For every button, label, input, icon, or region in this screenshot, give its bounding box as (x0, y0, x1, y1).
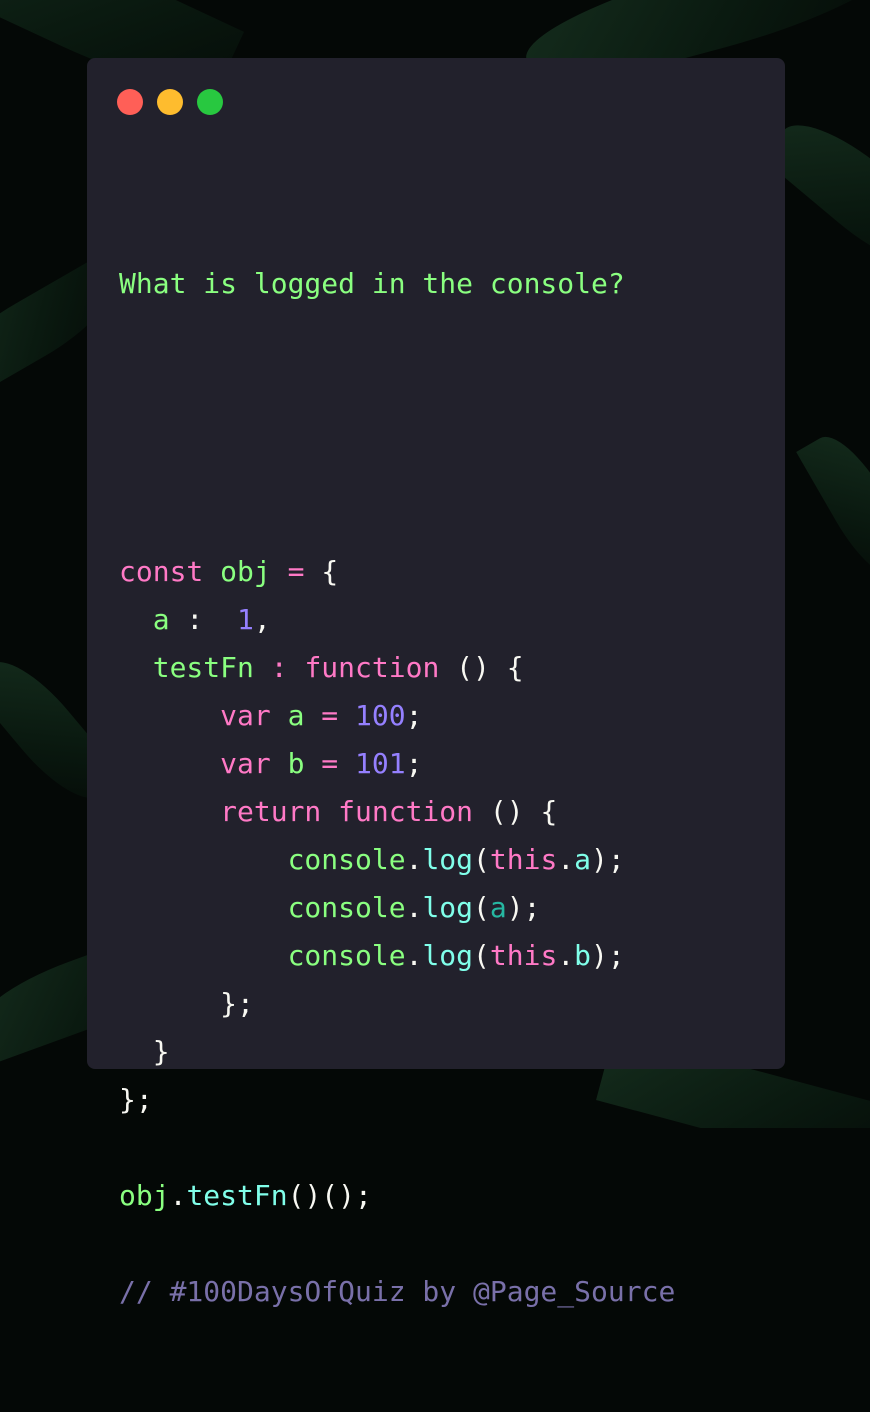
code-token: . (557, 843, 575, 876)
code-line: console.log(this.a); (119, 836, 675, 884)
code-token: . (169, 1179, 187, 1212)
code-line: obj.testFn()(); (119, 1172, 675, 1220)
code-token: }; (119, 987, 254, 1020)
code-line: var a = 100; (119, 692, 675, 740)
code-line: const obj = { (119, 548, 675, 596)
code-token: () { (473, 795, 558, 828)
leaf-shape (796, 424, 870, 591)
code-token: log (422, 843, 474, 876)
code-lines: const obj = { a : 1, testFn : function (… (119, 548, 675, 1316)
code-line: a : 1, (119, 596, 675, 644)
code-token: a (489, 891, 507, 924)
code-token: . (405, 843, 423, 876)
code-token: testFn (119, 651, 254, 684)
code-token: : (169, 603, 238, 636)
window-controls (117, 89, 223, 115)
code-token: . (405, 939, 423, 972)
code-token: ()(); (287, 1179, 372, 1212)
code-token: () { (439, 651, 524, 684)
code-line: return function () { (119, 788, 675, 836)
code-token: }; (119, 1083, 153, 1116)
code-token: obj (119, 1179, 170, 1212)
code-token: ( (473, 843, 490, 876)
code-token: = (270, 555, 322, 588)
code-token: console (119, 939, 406, 972)
code-line: var b = 101; (119, 740, 675, 788)
code-token: a (574, 843, 592, 876)
code-token: ); (506, 891, 541, 924)
code-line: }; (119, 1076, 675, 1124)
code-token: = (304, 747, 356, 780)
code-token: this (489, 939, 558, 972)
code-line: // #100DaysOfQuiz by @Page_Source (119, 1268, 675, 1316)
code-token: 101 (355, 747, 406, 780)
code-line: } (119, 1028, 675, 1076)
code-token: ( (473, 891, 490, 924)
code-token: this (489, 843, 558, 876)
code-token: function (304, 651, 440, 684)
code-token: ); (591, 843, 625, 876)
code-token: log (422, 939, 474, 972)
quiz-question: What is logged in the console? (119, 267, 625, 300)
code-token: { (321, 555, 339, 588)
code-token: . (405, 891, 423, 924)
code-token: = (304, 699, 356, 732)
code-token: , (253, 603, 271, 636)
code-line: console.log(this.b); (119, 932, 675, 980)
code-window: What is logged in the console? const obj… (87, 58, 785, 1308)
code-token: ( (473, 939, 490, 972)
code-token: ; (405, 747, 423, 780)
code-token: ; (405, 699, 423, 732)
code-token: return function (119, 795, 474, 828)
code-line: console.log(a); (119, 884, 675, 932)
code-token: console (119, 843, 406, 876)
code-token: b (574, 939, 592, 972)
code-token: : (253, 651, 305, 684)
code-token: a (270, 699, 305, 732)
close-dot-icon[interactable] (117, 89, 143, 115)
code-line: testFn : function () { (119, 644, 675, 692)
code-token: 100 (355, 699, 406, 732)
code-token: testFn (186, 1179, 288, 1212)
code-token: b (270, 747, 305, 780)
code-token: 1 (237, 603, 254, 636)
code-block: What is logged in the console? const obj… (119, 164, 675, 1412)
code-comment: // #100DaysOfQuiz by @Page_Source (119, 1275, 676, 1308)
code-token: . (557, 939, 575, 972)
code-token: const (119, 555, 204, 588)
code-token: obj (220, 555, 271, 588)
code-token: log (422, 891, 474, 924)
code-token: var (119, 699, 271, 732)
code-token: a (119, 603, 170, 636)
code-line: }; (119, 980, 675, 1028)
code-token: } (119, 1035, 170, 1068)
code-token: var (119, 747, 271, 780)
code-token: ); (591, 939, 625, 972)
minimize-dot-icon[interactable] (157, 89, 183, 115)
zoom-dot-icon[interactable] (197, 89, 223, 115)
code-token: console (119, 891, 406, 924)
